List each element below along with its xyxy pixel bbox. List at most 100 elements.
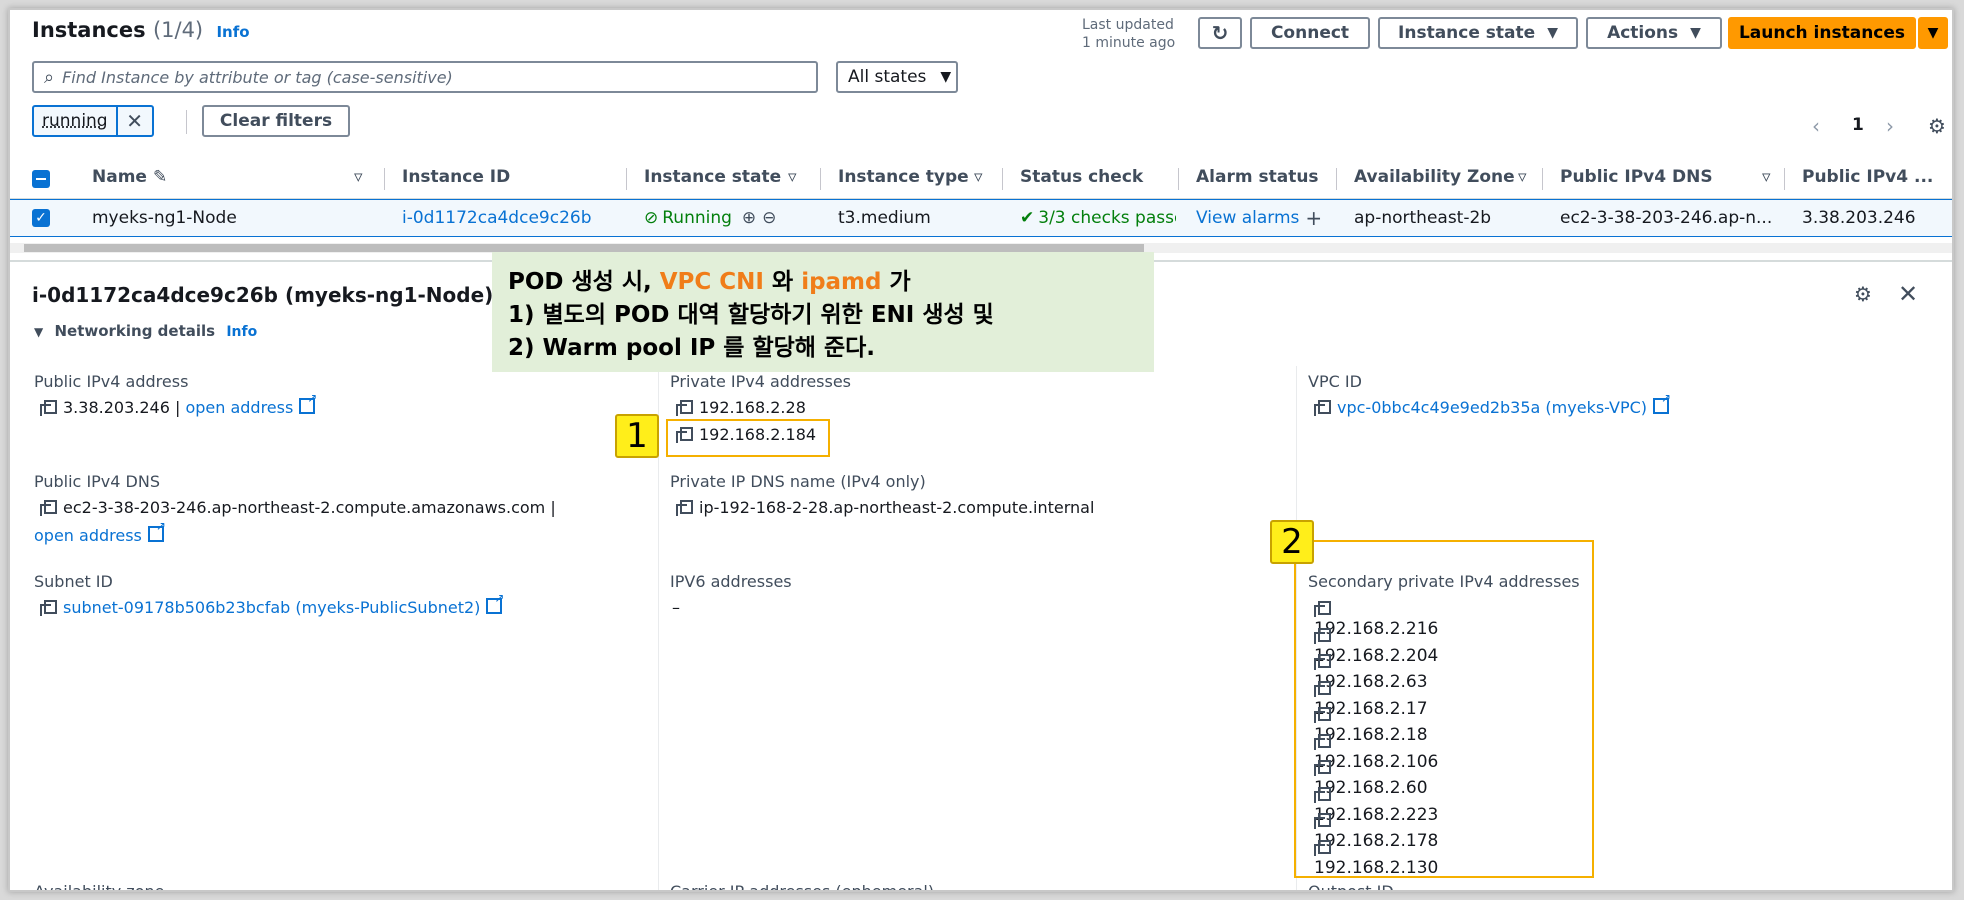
- public-ipv4-text: 3.38.203.246: [63, 398, 170, 417]
- col-divider: [1784, 168, 1785, 190]
- sort-icon[interactable]: ▿: [974, 158, 983, 196]
- section-label: Networking details: [54, 322, 216, 340]
- availability-zone-label: Availability zone: [34, 882, 165, 892]
- row-az: ap-northeast-2b: [1354, 208, 1492, 228]
- annotation-vpc-cni: VPC CNI: [659, 269, 764, 295]
- next-page-icon[interactable]: ›: [1886, 114, 1894, 138]
- public-ipv4-label: Public IPv4 address: [34, 372, 189, 391]
- table-row[interactable]: ✓ myeks-ng1-Node i-0d1172ca4dce9c26b ⊘ R…: [10, 199, 1952, 237]
- col-alarm-status[interactable]: Alarm status: [1196, 158, 1319, 196]
- col-divider: [820, 168, 821, 190]
- annotation-text: POD 생성 시,: [508, 269, 652, 295]
- view-alarms-link[interactable]: View alarms: [1196, 208, 1299, 228]
- ipv6-value: –: [672, 598, 680, 617]
- row-alarm[interactable]: View alarms +: [1196, 200, 1322, 236]
- instance-state-label: Instance state: [1398, 23, 1536, 43]
- prev-page-icon[interactable]: ‹: [1812, 114, 1820, 138]
- col-instance-id[interactable]: Instance ID: [402, 158, 510, 196]
- networking-section-toggle[interactable]: ▼ Networking details Info: [34, 322, 257, 340]
- col-divider: [1542, 168, 1543, 190]
- check-circle-icon: ⊘: [644, 208, 659, 228]
- copy-icon[interactable]: [40, 600, 57, 616]
- actions-button[interactable]: Actions ▼: [1586, 17, 1722, 49]
- sort-icon[interactable]: ▿: [354, 158, 363, 196]
- annotation-text: 가: [889, 269, 911, 295]
- copy-icon[interactable]: [1314, 400, 1331, 416]
- copy-icon[interactable]: [676, 500, 693, 516]
- launch-dropdown-button[interactable]: ▼: [1918, 17, 1948, 49]
- col-divider: [384, 168, 385, 190]
- open-address-link[interactable]: open address: [185, 398, 293, 417]
- public-dns-text: ec2-3-38-203-246.ap-northeast-2.compute.…: [63, 498, 546, 517]
- col-instance-state[interactable]: Instance state: [644, 158, 781, 196]
- col-divider: [1002, 168, 1003, 190]
- zoom-in-icon[interactable]: ⊕: [742, 208, 756, 228]
- col-availability-zone[interactable]: Availability Zone: [1354, 158, 1515, 196]
- sort-icon[interactable]: ▿: [1762, 158, 1771, 196]
- callout-badge-2: 2: [1270, 520, 1314, 564]
- col-public-ipv4[interactable]: Public IPv4 ...: [1802, 158, 1933, 196]
- select-all-checkbox[interactable]: [32, 170, 50, 188]
- col-public-dns[interactable]: Public IPv4 DNS: [1560, 158, 1713, 196]
- col-divider: [626, 168, 627, 190]
- zoom-out-icon[interactable]: ⊖: [762, 208, 776, 228]
- close-icon[interactable]: ✕: [1898, 280, 1918, 308]
- annotation-line1: POD 생성 시, VPC CNI 와 ipamd 가: [508, 266, 1138, 299]
- highlight-box-1: [666, 419, 830, 457]
- row-status-label: 3/3 checks passec: [1038, 208, 1176, 228]
- outpost-id-label: Outpost ID: [1308, 882, 1394, 892]
- remove-filter-button[interactable]: ✕: [115, 107, 152, 135]
- close-icon: ✕: [126, 109, 143, 133]
- page-title-text: Instances: [32, 18, 146, 42]
- search-icon: ⌕: [44, 66, 55, 88]
- row-state-label: Running: [662, 208, 732, 228]
- page-number[interactable]: 1: [1852, 115, 1864, 135]
- copy-icon[interactable]: [40, 400, 57, 416]
- connect-button[interactable]: Connect: [1250, 17, 1370, 49]
- clear-filters-button[interactable]: Clear filters: [202, 105, 350, 137]
- search-placeholder: Find Instance by attribute or tag (case-…: [62, 67, 453, 87]
- row-state: ⊘ Running ⊕ ⊖: [644, 200, 776, 236]
- external-link-icon: [147, 519, 166, 542]
- private-dns-text: ip-192-168-2-28.ap-northeast-2.compute.i…: [699, 498, 1095, 517]
- subnet-link[interactable]: subnet-09178b506b23bcfab (myeks-PublicSu…: [63, 598, 480, 617]
- sort-icon[interactable]: ▿: [1518, 158, 1527, 196]
- annotation-ipamd: ipamd: [801, 269, 882, 295]
- private-dns-value: ip-192-168-2-28.ap-northeast-2.compute.i…: [676, 498, 1094, 517]
- gear-icon[interactable]: ⚙: [1854, 282, 1872, 306]
- gear-icon[interactable]: ⚙: [1928, 114, 1946, 138]
- open-address-2[interactable]: open address: [34, 519, 166, 545]
- instance-count: (1/4): [152, 18, 204, 42]
- instance-state-button[interactable]: Instance state ▼: [1378, 17, 1578, 49]
- caret-down-icon: ▼: [1927, 25, 1939, 41]
- row-instance-id[interactable]: i-0d1172ca4dce9c26b: [402, 200, 592, 236]
- public-ipv4-value: 3.38.203.246 | open address: [40, 391, 317, 417]
- private-dns-label: Private IP DNS name (IPv4 only): [670, 472, 926, 491]
- col-instance-type[interactable]: Instance type: [838, 158, 969, 196]
- col-status-check[interactable]: Status check: [1020, 158, 1143, 196]
- copy-icon[interactable]: [40, 500, 57, 516]
- annotation-callout: POD 생성 시, VPC CNI 와 ipamd 가 1) 별도의 POD 대…: [492, 252, 1154, 372]
- caret-down-icon: ▼: [34, 325, 44, 339]
- refresh-icon: ↻: [1211, 21, 1229, 45]
- open-address-link[interactable]: open address: [34, 526, 142, 545]
- public-dns-value: ec2-3-38-203-246.ap-northeast-2.compute.…: [40, 498, 556, 517]
- vpc-link[interactable]: vpc-0bbc4c49e9ed2b35a (myeks-VPC): [1337, 398, 1647, 417]
- subnet-label: Subnet ID: [34, 572, 113, 591]
- sort-icon[interactable]: ▿: [788, 158, 797, 196]
- private-ipv4-1: 192.168.2.28: [676, 398, 806, 417]
- states-select-value: All states: [848, 67, 927, 87]
- search-input[interactable]: ⌕ Find Instance by attribute or tag (cas…: [32, 61, 818, 93]
- states-select[interactable]: All states ▼: [836, 61, 958, 93]
- copy-icon[interactable]: [676, 400, 693, 416]
- actions-label: Actions: [1607, 23, 1679, 43]
- info-link[interactable]: Info: [216, 23, 249, 41]
- caret-down-icon: ▼: [940, 69, 952, 85]
- launch-instances-button[interactable]: Launch instances: [1728, 17, 1916, 49]
- last-updated-line2: 1 minute ago: [1082, 35, 1176, 51]
- refresh-button[interactable]: ↻: [1198, 17, 1242, 49]
- plus-icon[interactable]: +: [1305, 206, 1322, 230]
- col-name[interactable]: Name ✎: [92, 158, 167, 196]
- row-checkbox[interactable]: ✓: [32, 209, 50, 227]
- info-link[interactable]: Info: [226, 324, 257, 340]
